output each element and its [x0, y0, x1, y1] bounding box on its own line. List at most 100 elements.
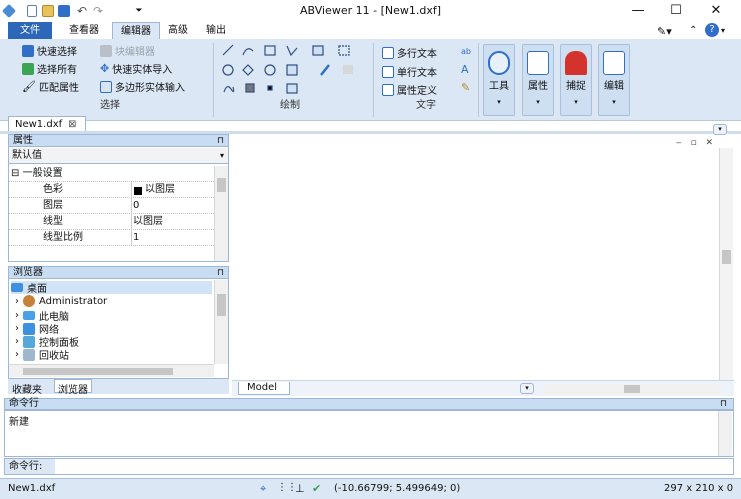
canvas-window-controls[interactable]: ‒ ▫ ✕ — [676, 138, 716, 148]
help-icon[interactable]: ? — [705, 23, 719, 37]
tab-output[interactable]: 输出 — [201, 22, 231, 39]
properties-dropdown-icon: ▾ — [536, 98, 540, 106]
snap-mode-icon[interactable]: ⌖ — [260, 482, 266, 496]
pin-icon[interactable]: ⊓ — [720, 399, 727, 409]
tab-browser[interactable]: 浏览器 — [54, 379, 92, 396]
stext-button[interactable]: 单行文本 — [382, 64, 437, 79]
ribbon-separator — [478, 43, 479, 117]
text-style-icon[interactable]: ab — [461, 47, 471, 56]
property-value: 以图层 — [145, 184, 175, 195]
properties-filter-select[interactable]: 默认值 ▾ — [9, 148, 228, 164]
tab-model[interactable]: Model — [238, 382, 291, 395]
polygon-input-button[interactable]: 多边形实体输入 — [100, 79, 185, 94]
close-button[interactable]: ✕ — [697, 2, 735, 20]
select-group-label: 选择 — [100, 100, 120, 111]
drawing-canvas[interactable] — [232, 135, 734, 380]
browser-scrollbar-horizontal[interactable] — [9, 364, 214, 377]
edit-dropdown-icon: ▾ — [612, 98, 616, 106]
properties-title-label: 属性 — [13, 135, 33, 146]
browser-scrollbar-vertical[interactable] — [214, 280, 228, 364]
tab-advanced[interactable]: 高级 — [163, 22, 193, 39]
canvas-scrollbar-vertical[interactable] — [719, 148, 733, 382]
browser-panel: 浏览器 ⊓ 桌面 › Administrator › 此电脑 › 网络 › 控制面板 › 回… — [8, 266, 229, 379]
property-row[interactable]: 线型 以图层 — [9, 214, 214, 230]
command-history: 新建 — [4, 410, 734, 457]
snap-dropdown-icon: ▾ — [574, 98, 578, 106]
command-input[interactable] — [57, 460, 731, 473]
grid-icon[interactable]: ⋮⋮ — [277, 482, 297, 493]
tools-label: 工具 — [489, 81, 509, 92]
ortho-icon[interactable]: ⊥ — [295, 482, 305, 495]
pin-icon[interactable]: ⊓ — [217, 135, 224, 147]
property-name: 线型比例 — [43, 232, 83, 243]
text-edit-icon[interactable]: ✎ — [461, 81, 470, 94]
tab-list-dropdown-icon[interactable]: ▾ — [713, 124, 727, 135]
tab-favorites[interactable]: 收藏夹 — [12, 381, 42, 396]
tree-item-recycle-bin[interactable]: › 回收站 — [15, 347, 69, 362]
tree-item-administrator[interactable]: › Administrator — [15, 295, 107, 307]
snap-button[interactable]: 捕捉 ▾ — [560, 44, 592, 116]
layout-dropdown-icon[interactable]: ▾ — [520, 383, 534, 394]
properties-button[interactable]: 属性 ▾ — [522, 44, 554, 116]
tree-item-desktop[interactable]: 桌面 — [11, 281, 212, 295]
desktop-icon — [11, 283, 23, 292]
match-properties-button[interactable]: 🖌 匹配属性 — [22, 79, 79, 94]
select-all-button[interactable]: 选择所有 — [22, 61, 77, 76]
expand-arrow-icon[interactable]: › — [15, 296, 19, 307]
quick-select-button[interactable]: 快速选择 — [22, 43, 77, 58]
close-tab-icon[interactable]: ⊠ — [68, 119, 76, 130]
polygon-icon — [100, 80, 112, 93]
command-scrollbar[interactable] — [718, 411, 732, 456]
tab-editor[interactable]: 编辑器 — [112, 22, 160, 39]
expand-arrow-icon[interactable]: › — [15, 336, 19, 347]
block-editor-button[interactable]: 块编辑器 — [100, 43, 155, 58]
tools-icon — [488, 51, 510, 75]
tools-button[interactable]: 工具 ▾ — [483, 44, 515, 116]
property-value: 1 — [133, 232, 140, 243]
stext-label: 单行文本 — [397, 68, 437, 79]
section-row[interactable]: ⊟ 一般设置 — [9, 166, 214, 182]
mtext-button[interactable]: 多行文本 — [382, 45, 437, 60]
properties-scrollbar[interactable] — [214, 166, 228, 261]
property-row[interactable]: 色彩 以图层 — [9, 182, 214, 198]
edit-button[interactable]: 编辑 ▾ — [598, 44, 630, 116]
canvas-scrollbar-horizontal[interactable] — [544, 384, 720, 394]
text-group-label: 文字 — [416, 100, 436, 111]
draw-tools — [221, 43, 371, 99]
help-dropdown-icon[interactable]: ▾ — [721, 26, 725, 35]
properties-icon — [527, 51, 549, 75]
status-bar: New1.dxf ⌖ ⋮⋮ ⊥ ✔ (-10.66799; 5.499649; … — [0, 478, 741, 499]
block-editor-icon — [100, 44, 112, 57]
pin-icon[interactable]: ⊓ — [217, 267, 224, 279]
tab-file[interactable]: 文件 — [8, 22, 52, 39]
ribbon-tabs: 文件 查看器 编辑器 高级 输出 ✎▾ ⌃ ? ▾ — [0, 22, 741, 39]
property-row[interactable]: 图层 0 — [9, 198, 214, 214]
tab-viewer[interactable]: 查看器 — [62, 22, 106, 39]
browser-title-label: 浏览器 — [13, 267, 43, 278]
property-name: 线型 — [43, 216, 63, 227]
ribbon: 快速选择 选择所有 🖌 匹配属性 块编辑器 ✥ 快速实体导入 多边形实体输入 选择 — [0, 39, 741, 121]
properties-panel-title: 属性 ⊓ — [9, 135, 228, 147]
minimize-button[interactable]: — — [619, 2, 657, 20]
fast-import-button[interactable]: ✥ 快速实体导入 — [100, 61, 172, 76]
minimize-ribbon-icon[interactable]: ⌃ — [689, 25, 697, 36]
move-icon: ✥ — [100, 62, 110, 75]
quick-select-icon — [22, 44, 34, 57]
style-icon[interactable]: ✎▾ — [657, 25, 672, 38]
expand-arrow-icon[interactable]: › — [15, 349, 19, 360]
command-input-row: 命令行: — [4, 458, 734, 475]
title-bar: ↶ ↷ ⏷ ABViewer 11 - [New1.dxf] — ☐ ✕ — [0, 0, 741, 22]
ribbon-separator — [373, 43, 374, 117]
maximize-button[interactable]: ☐ — [657, 2, 695, 20]
attdef-button[interactable]: 属性定义 — [382, 82, 437, 97]
document-tab[interactable]: New1.dxf ⊠ — [8, 116, 86, 132]
property-value: 0 — [133, 200, 140, 211]
quick-select-label: 快速选择 — [37, 47, 77, 58]
text-color-icon[interactable]: A — [461, 63, 469, 76]
property-row[interactable]: 线型比例 1 — [9, 230, 214, 246]
collapse-icon[interactable]: ⊟ — [11, 168, 19, 179]
polar-tracking-icon[interactable]: ✔ — [312, 482, 321, 495]
expand-arrow-icon[interactable]: › — [15, 310, 19, 321]
draw-group-label: 绘制 — [280, 100, 300, 111]
expand-arrow-icon[interactable]: › — [15, 323, 19, 334]
